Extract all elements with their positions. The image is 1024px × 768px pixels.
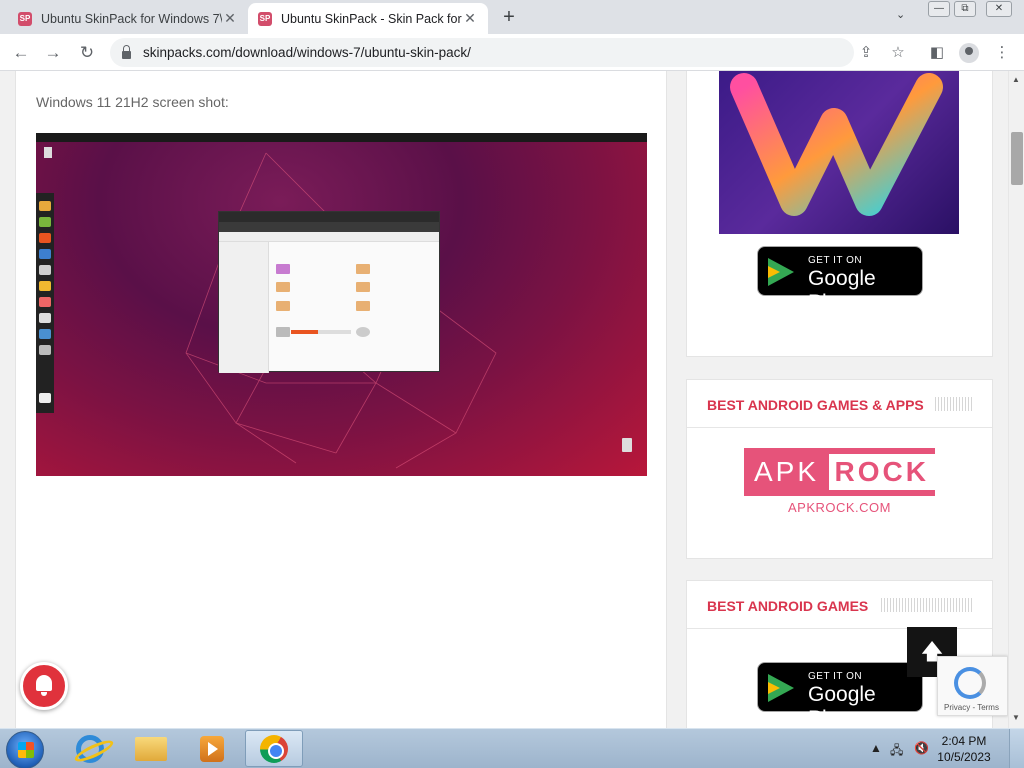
desktop-shortcut-icon [44, 147, 52, 158]
folder-icon [135, 736, 167, 761]
notification-bell-button[interactable] [20, 662, 68, 710]
recycle-bin-icon [622, 438, 632, 452]
dock-app-icon [39, 297, 51, 307]
scrollbar-thumb[interactable] [1011, 132, 1023, 185]
recaptcha-icon [954, 667, 986, 699]
scroll-down-arrow-icon[interactable]: ▼ [1012, 713, 1020, 722]
google-play-icon [768, 258, 794, 286]
dock-app-icon [39, 281, 51, 291]
file-explorer-window [218, 211, 440, 373]
forward-arrow-icon[interactable]: → [42, 42, 64, 64]
menu-kebab-icon[interactable]: ⋮ [992, 43, 1012, 63]
dock-app-icon [39, 345, 51, 355]
profile-avatar-icon[interactable] [959, 43, 979, 63]
apk-logo-text: APK [754, 456, 820, 487]
page-scrollbar[interactable]: ▲ ▼ [1008, 71, 1024, 728]
sidebar-app-card: GET IT ON Google Play [686, 71, 993, 357]
clock-date: 10/5/2023 [937, 750, 991, 764]
bookmark-star-icon[interactable]: ☆ [888, 43, 908, 63]
internet-explorer-taskbar-button[interactable] [61, 730, 119, 767]
tab-ubuntu-skinpack-windows7[interactable]: SP Ubuntu SkinPack for Windows 7\ ✕ [8, 3, 248, 34]
tab-title: Ubuntu SkinPack - Skin Pack for [281, 11, 462, 26]
clock-time: 2:04 PM [941, 734, 987, 748]
play-badge-big-text: Google Play [808, 683, 876, 728]
close-tab-icon[interactable]: ✕ [222, 10, 238, 27]
tab-ubuntu-skinpack[interactable]: SP Ubuntu SkinPack - Skin Pack for ✕ [248, 3, 488, 34]
media-player-taskbar-button[interactable] [183, 730, 241, 767]
ubuntu-skin-screenshot[interactable] [36, 133, 647, 476]
play-badge-big-text: Google Play [808, 267, 876, 314]
page-viewport: Windows 11 21H2 screen shot: GET IT ON G… [0, 71, 1008, 728]
dock-app-icon [39, 393, 51, 403]
close-window-button[interactable]: ✕ [986, 1, 1012, 17]
dock-app-icon [39, 217, 51, 227]
tab-strip: SP Ubuntu SkinPack for Windows 7\ ✕ SP U… [0, 0, 1024, 34]
google-play-badge[interactable]: GET IT ON Google Play [757, 662, 923, 728]
minimize-button[interactable]: — [928, 1, 950, 17]
google-play-icon [768, 674, 794, 702]
skinpacks-favicon-icon: SP [18, 11, 32, 26]
dock-app-icon [39, 313, 51, 323]
close-tab-icon[interactable]: ✕ [462, 10, 478, 27]
section-header: BEST ANDROID GAMES & APPS [687, 380, 992, 428]
lock-icon[interactable] [122, 44, 131, 59]
article-content: Windows 11 21H2 screen shot: [15, 71, 667, 728]
recaptcha-terms[interactable]: Privacy - Terms [944, 703, 999, 712]
dock-app-icon [39, 233, 51, 243]
show-hidden-icons-arrow-icon[interactable]: ▲ [870, 741, 882, 755]
google-play-badge[interactable]: GET IT ON Google Play [757, 246, 923, 314]
rock-logo-text: ROCK [828, 454, 935, 490]
share-icon[interactable]: ⇪ [856, 43, 876, 63]
chrome-icon [260, 734, 288, 763]
windows-taskbar: ▲ 🖧 🔇 2:04 PM 10/5/2023 [0, 728, 1024, 768]
system-clock[interactable]: 2:04 PM 10/5/2023 [932, 733, 996, 765]
show-desktop-button[interactable] [1009, 729, 1024, 768]
section-header: BEST ANDROID GAMES [687, 581, 992, 629]
screenshot-caption: Windows 11 21H2 screen shot: [36, 94, 229, 110]
browser-toolbar: ← → ↻ skinpacks.com/download/windows-7/u… [0, 34, 1024, 71]
ubuntu-dock [36, 193, 54, 413]
dock-app-icon [39, 201, 51, 211]
apkrock-logo[interactable]: APK ROCK [744, 448, 935, 496]
network-icon[interactable]: 🖧 [890, 741, 903, 762]
chrome-taskbar-button[interactable] [245, 730, 303, 767]
volume-muted-icon[interactable]: 🔇 [914, 741, 929, 755]
new-tab-button[interactable]: + [498, 6, 520, 28]
dock-app-icon [39, 265, 51, 275]
back-arrow-icon[interactable]: ← [10, 42, 32, 64]
media-player-icon [200, 735, 224, 762]
reload-icon[interactable]: ↻ [76, 42, 98, 64]
dock-app-icon [39, 329, 51, 339]
side-panel-icon[interactable]: ◧ [927, 43, 947, 63]
w-app-logo[interactable] [719, 71, 959, 234]
skinpacks-favicon-icon: SP [258, 11, 272, 26]
maximize-button[interactable]: ⧉ [954, 1, 976, 17]
file-explorer-taskbar-button[interactable] [122, 730, 180, 767]
scroll-up-arrow-icon[interactable]: ▲ [1012, 75, 1020, 84]
header-dots [935, 397, 973, 411]
section-title-android-games-apps: BEST ANDROID GAMES & APPS [707, 397, 924, 413]
dock-app-icon [39, 249, 51, 259]
recaptcha-badge[interactable]: Privacy - Terms [937, 656, 1008, 716]
top-panel [36, 133, 647, 142]
start-button[interactable] [6, 731, 44, 768]
play-badge-small-text: GET IT ON [808, 671, 863, 682]
tab-title: Ubuntu SkinPack for Windows 7\ [41, 11, 222, 26]
section-title-android-games: BEST ANDROID GAMES [707, 598, 869, 614]
url-text[interactable]: skinpacks.com/download/windows-7/ubuntu-… [143, 45, 471, 60]
sidebar-apkrock-card: BEST ANDROID GAMES & APPS APK ROCK APKRO… [686, 379, 993, 559]
apkrock-link[interactable]: APKROCK.COM [687, 500, 992, 515]
header-dots [881, 598, 973, 612]
play-badge-small-text: GET IT ON [808, 255, 863, 266]
tab-search-chevron-icon[interactable]: ⌄ [896, 8, 905, 21]
internet-explorer-icon [76, 734, 104, 763]
w-logo-icon [730, 73, 943, 216]
address-bar[interactable]: skinpacks.com/download/windows-7/ubuntu-… [110, 38, 854, 67]
